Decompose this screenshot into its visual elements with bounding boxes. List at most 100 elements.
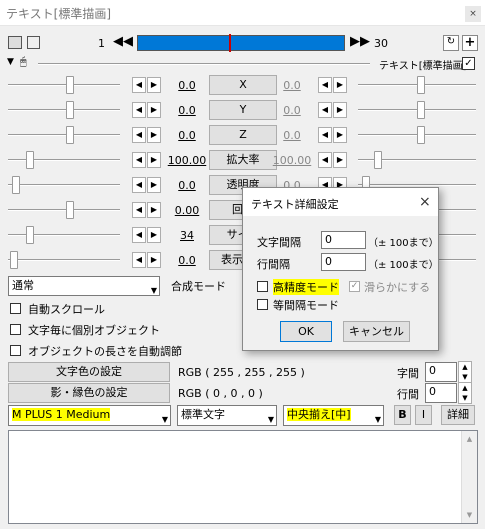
- shadow-color-button[interactable]: 影・縁色の設定: [8, 383, 170, 403]
- param-value-left[interactable]: 0.0: [165, 254, 209, 267]
- param-slider-left[interactable]: [12, 176, 20, 194]
- collapse-icon[interactable]: ▼: [7, 57, 14, 67]
- decrement-icon[interactable]: ◀: [132, 177, 146, 193]
- param-value-left[interactable]: 0.00: [165, 204, 209, 217]
- text-style-select[interactable]: 標準文字 ▼: [177, 405, 277, 426]
- param-slider-right[interactable]: [374, 151, 382, 169]
- increment-icon[interactable]: ▶: [147, 127, 161, 143]
- mouse-icon[interactable]: 🖱: [20, 55, 27, 69]
- increment-icon[interactable]: ▶: [147, 77, 161, 93]
- per-char-object-checkbox[interactable]: [10, 324, 21, 335]
- close-button[interactable]: ×: [465, 6, 481, 22]
- chevron-down-icon: ▼: [150, 286, 157, 295]
- increment-icon[interactable]: ▶: [147, 152, 161, 168]
- auto-length-checkbox[interactable]: [10, 345, 21, 356]
- param-name-button[interactable]: X: [209, 75, 277, 95]
- add-filter-button[interactable]: +: [462, 35, 478, 51]
- param-name-button[interactable]: Z: [209, 125, 277, 145]
- decrement-icon[interactable]: ◀: [318, 102, 332, 118]
- decrement-icon[interactable]: ◀: [318, 77, 332, 93]
- param-value-left[interactable]: 0.0: [165, 79, 209, 92]
- param-slider-left[interactable]: [66, 101, 74, 119]
- visible-checkbox[interactable]: ✓: [462, 57, 475, 70]
- detail-button[interactable]: 詳細: [441, 405, 475, 425]
- line-gap-input[interactable]: 0: [321, 253, 366, 271]
- char-spacing-spinner[interactable]: ▲ ▼: [458, 361, 472, 383]
- line-spacing-spinner[interactable]: ▲ ▼: [458, 382, 472, 404]
- decrement-icon[interactable]: ◀: [132, 77, 146, 93]
- rewind-icon[interactable]: ◀◀: [113, 34, 133, 49]
- auto-scroll-checkbox[interactable]: [10, 303, 21, 314]
- param-value-right[interactable]: 0.0: [270, 104, 314, 117]
- timeline-bar[interactable]: [137, 34, 345, 52]
- smooth-checkbox[interactable]: ✓: [349, 281, 360, 292]
- fast-forward-icon[interactable]: ▶▶: [350, 34, 370, 49]
- param-slider-right[interactable]: [417, 126, 425, 144]
- italic-button[interactable]: I: [415, 405, 432, 425]
- monospace-mode-label: 等間隔モード: [273, 299, 339, 312]
- line-gap-label: 行間隔: [257, 258, 290, 271]
- param-value-left[interactable]: 0.0: [165, 179, 209, 192]
- param-slider-left[interactable]: [66, 76, 74, 94]
- blend-value: 通常: [12, 279, 34, 292]
- param-track-left: [8, 84, 120, 86]
- param-value-right[interactable]: 100.00: [270, 154, 314, 167]
- increment-icon[interactable]: ▶: [147, 102, 161, 118]
- text-color-button[interactable]: 文字色の設定: [8, 362, 170, 382]
- font-select[interactable]: M PLUS 1 Medium ▼: [8, 405, 171, 426]
- align-select[interactable]: 中央揃え[中] ▼: [283, 405, 384, 426]
- decrement-icon[interactable]: ◀: [132, 102, 146, 118]
- param-name-button[interactable]: Y: [209, 100, 277, 120]
- decrement-icon[interactable]: ◀: [132, 127, 146, 143]
- param-name-button[interactable]: 拡大率: [209, 150, 277, 170]
- camera-icon[interactable]: [8, 36, 22, 49]
- param-slider-left[interactable]: [66, 126, 74, 144]
- decrement-icon[interactable]: ◀: [132, 202, 146, 218]
- char-gap-input[interactable]: 0: [321, 231, 366, 249]
- param-value-left[interactable]: 100.00: [165, 154, 209, 167]
- increment-icon[interactable]: ▶: [147, 252, 161, 268]
- image-icon[interactable]: [27, 36, 40, 49]
- char-spacing-input[interactable]: 0: [425, 362, 457, 382]
- increment-icon[interactable]: ▶: [147, 202, 161, 218]
- hq-mode-label: 高精度モード: [273, 279, 339, 295]
- param-value-left[interactable]: 0.0: [165, 104, 209, 117]
- increment-icon[interactable]: ▶: [333, 127, 347, 143]
- param-slider-right[interactable]: [417, 101, 425, 119]
- monospace-mode-checkbox[interactable]: [257, 299, 268, 310]
- timeline-cursor[interactable]: [229, 34, 231, 52]
- decrement-icon[interactable]: ◀: [132, 252, 146, 268]
- decrement-icon[interactable]: ◀: [132, 227, 146, 243]
- text-area[interactable]: ▲ ▼: [8, 430, 478, 524]
- decrement-icon[interactable]: ◀: [318, 152, 332, 168]
- param-slider-left[interactable]: [26, 226, 34, 244]
- param-value-left[interactable]: 34: [165, 229, 209, 242]
- ok-button[interactable]: OK: [280, 321, 332, 342]
- decrement-icon[interactable]: ◀: [132, 152, 146, 168]
- loop-icon[interactable]: ↻: [443, 35, 459, 51]
- increment-icon[interactable]: ▶: [147, 227, 161, 243]
- font-name: M PLUS 1 Medium: [12, 408, 111, 421]
- param-slider-left[interactable]: [10, 251, 18, 269]
- param-value-right[interactable]: 0.0: [270, 129, 314, 142]
- cancel-button[interactable]: キャンセル: [343, 321, 410, 342]
- increment-icon[interactable]: ▶: [333, 152, 347, 168]
- decrement-icon[interactable]: ◀: [318, 127, 332, 143]
- blend-label: 合成モード: [171, 280, 226, 293]
- blend-select[interactable]: 通常 ▼: [8, 276, 160, 296]
- param-value-right[interactable]: 0.0: [270, 79, 314, 92]
- increment-icon[interactable]: ▶: [147, 177, 161, 193]
- increment-icon[interactable]: ▶: [333, 102, 347, 118]
- param-slider-left[interactable]: [66, 201, 74, 219]
- align-value: 中央揃え[中]: [287, 408, 351, 421]
- increment-icon[interactable]: ▶: [333, 77, 347, 93]
- text-color-rgb: RGB ( 255 , 255 , 255 ): [178, 366, 305, 379]
- bold-button[interactable]: B: [394, 405, 411, 425]
- line-spacing-input[interactable]: 0: [425, 383, 457, 403]
- text-area-scrollbar[interactable]: ▲ ▼: [461, 431, 477, 523]
- param-slider-right[interactable]: [417, 76, 425, 94]
- dialog-close-icon[interactable]: ×: [419, 194, 431, 210]
- hq-mode-checkbox[interactable]: [257, 281, 268, 292]
- param-slider-left[interactable]: [26, 151, 34, 169]
- param-value-left[interactable]: 0.0: [165, 129, 209, 142]
